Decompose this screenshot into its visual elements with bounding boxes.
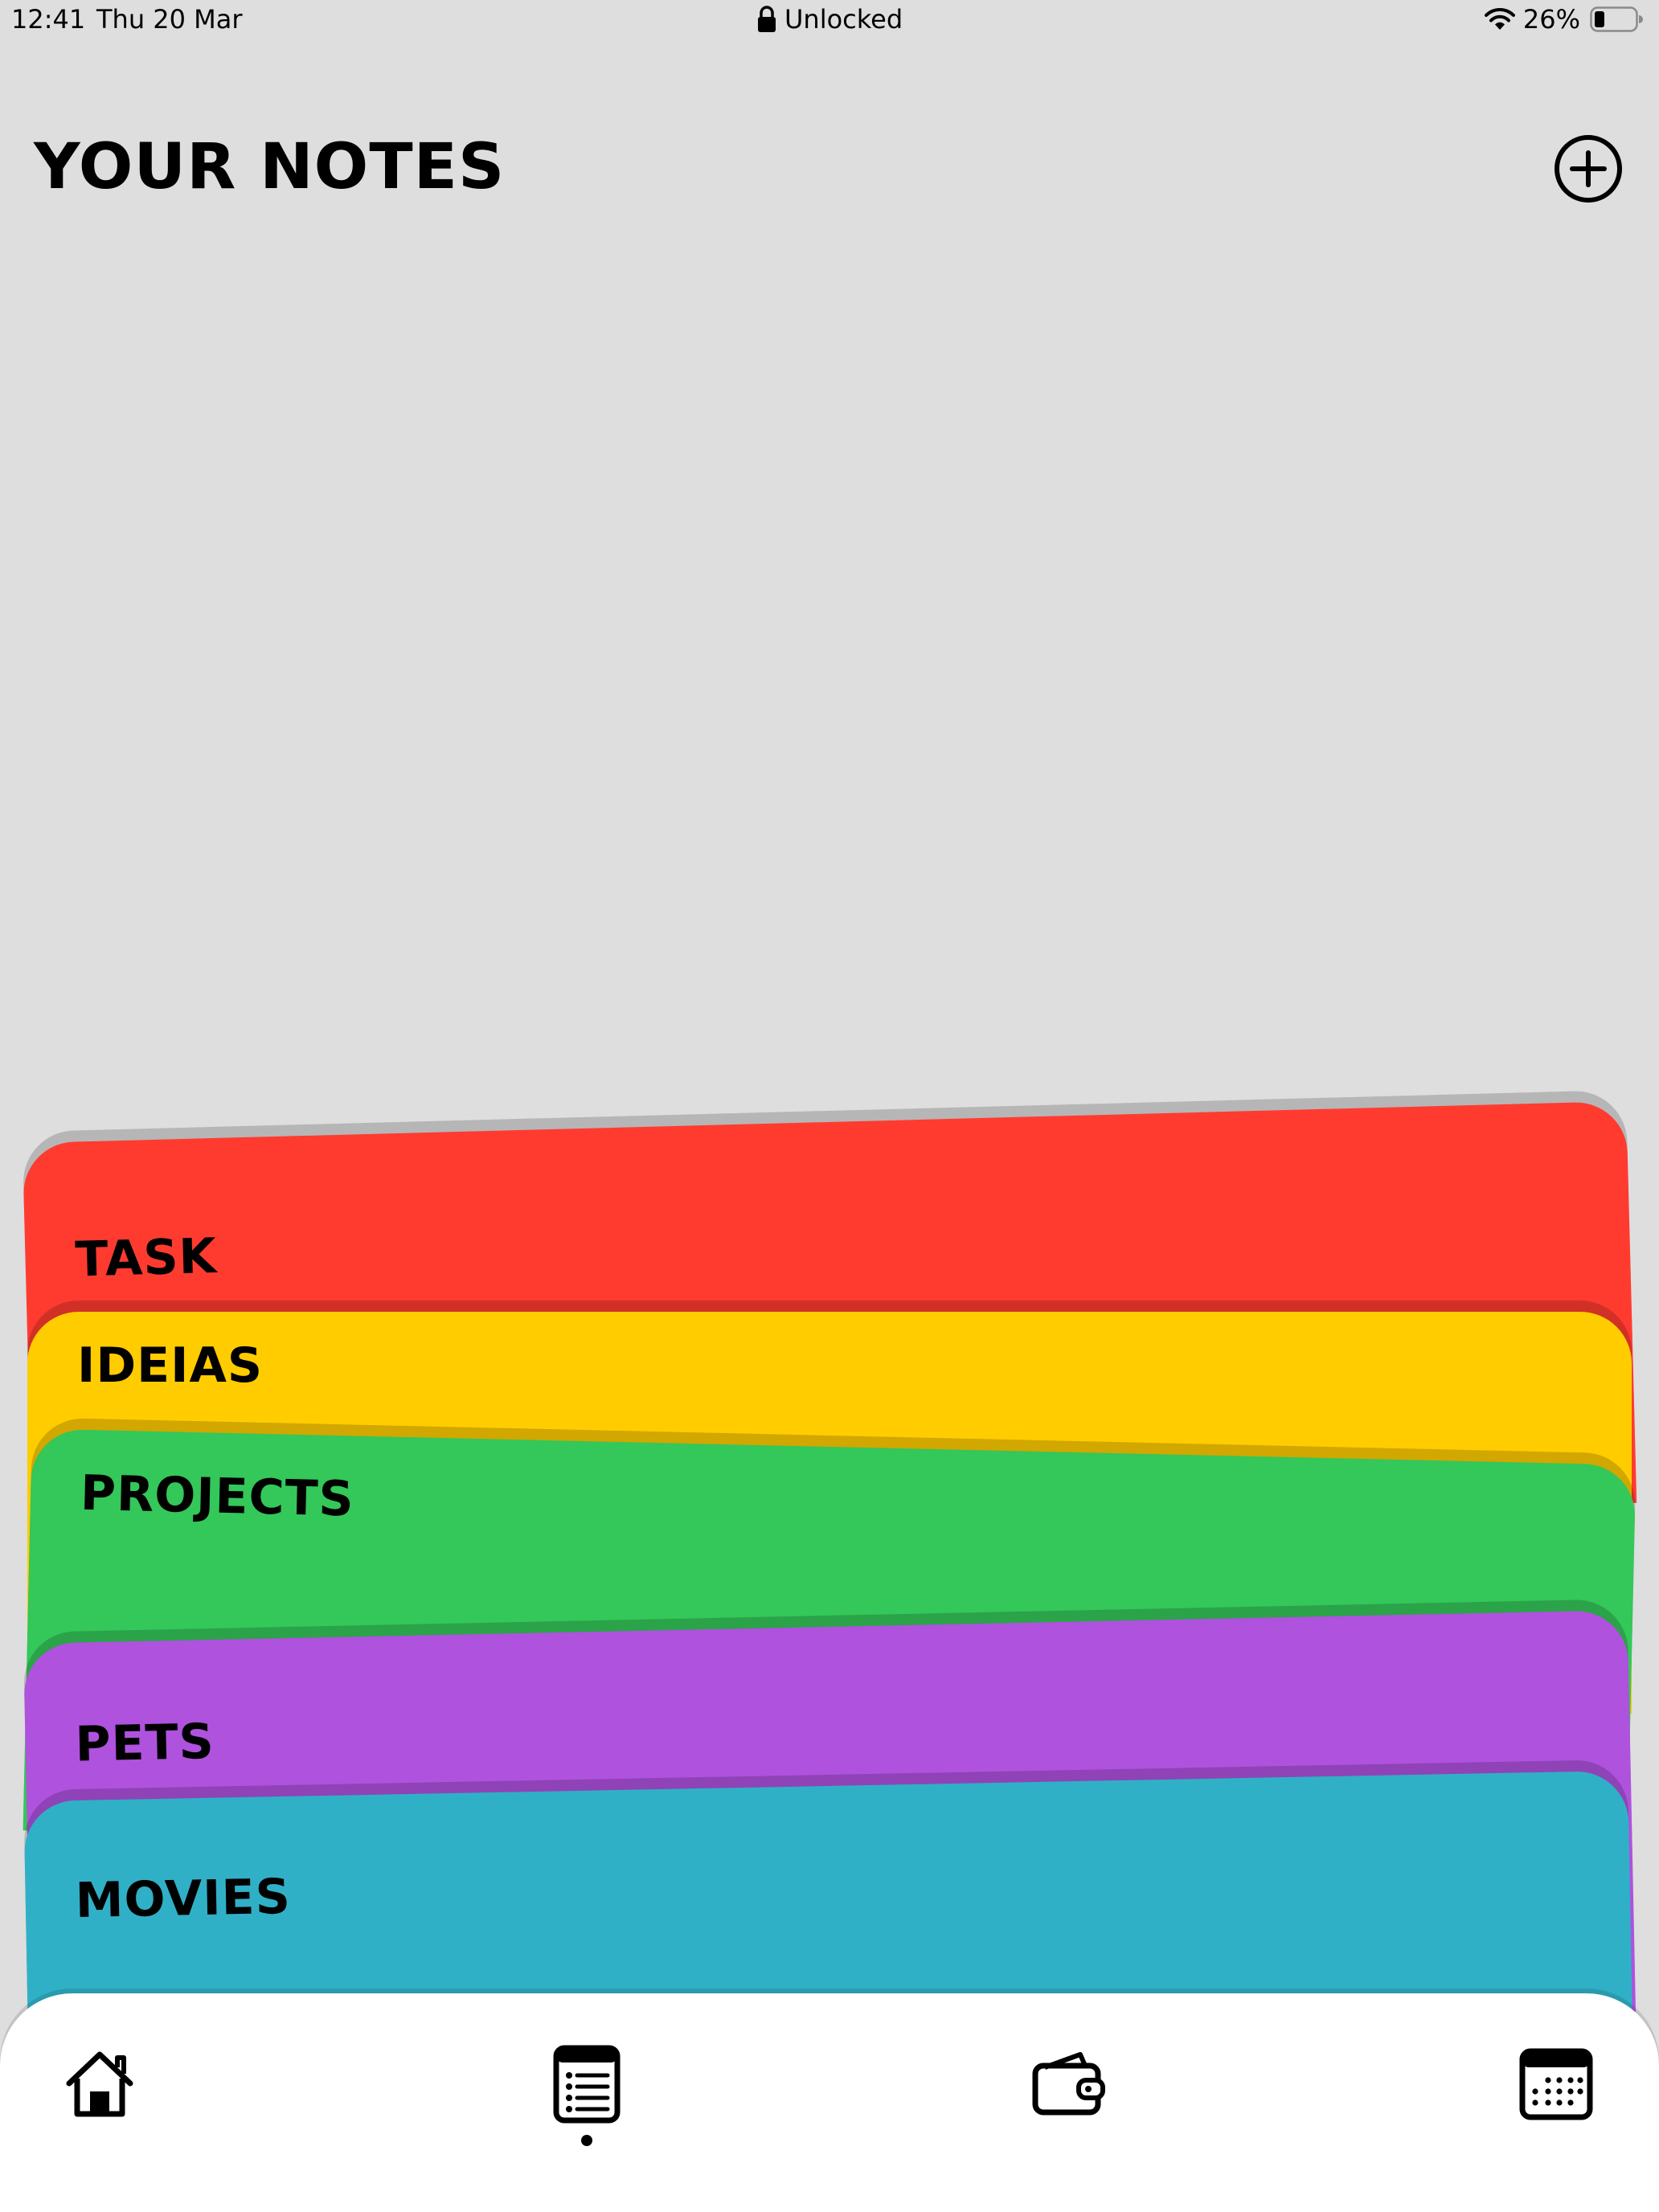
folder-stack: TASK IDEIAS PROJECTS PETS MOVIES [0,1093,1659,2204]
tab-calendar[interactable] [1516,2043,1596,2124]
folder-label: IDEIAS [77,1337,264,1394]
tab-home[interactable] [59,2043,140,2124]
folder-label: MOVIES [75,1868,292,1929]
status-date: Thu 20 Mar [96,4,243,35]
home-icon [66,2051,133,2117]
battery-icon [1590,6,1643,32]
tab-bar [0,1993,1659,2212]
lock-icon [758,6,776,32]
status-time: 12:41 [11,4,86,35]
plus-circle-icon [1555,135,1622,203]
status-lock-text: Unlocked [784,4,903,35]
active-tab-indicator [581,2135,592,2146]
status-lock: Unlocked [757,3,903,35]
calendar-icon [1519,2048,1593,2120]
status-bar: 12:41 Thu 20 Mar Unlocked 26% [0,0,1659,40]
page-title: YOUR NOTES [34,131,506,203]
notes-list-icon [553,2045,621,2124]
status-right: 26% [1484,3,1643,35]
folder-label: TASK [74,1227,218,1288]
wifi-icon [1484,7,1515,30]
wallet-icon [1032,2052,1105,2116]
tab-wallet[interactable] [1029,2043,1109,2124]
tab-notes[interactable] [547,2043,627,2124]
folder-label: PROJECTS [80,1464,355,1528]
battery-percent: 26% [1522,4,1580,35]
add-note-button[interactable] [1553,133,1624,204]
folder-label: PETS [74,1714,215,1773]
